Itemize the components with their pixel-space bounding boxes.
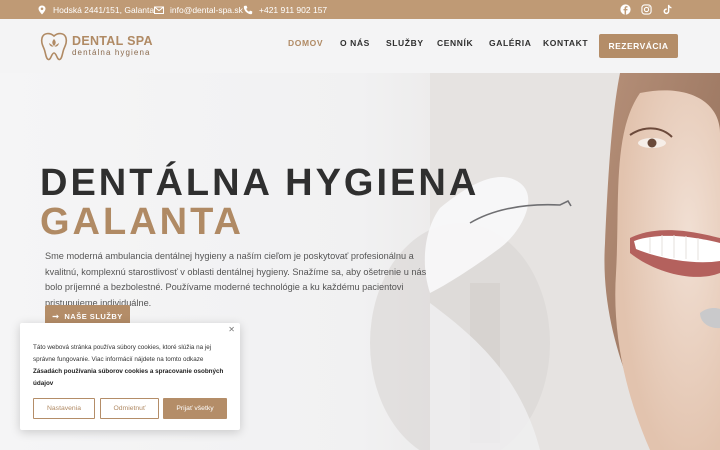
- hero-lead: Sme moderná ambulancia dentálnej hygieny…: [45, 251, 427, 308]
- brand-name: DENTAL SPA: [72, 33, 153, 48]
- site-header: DENTAL SPA dentálna hygiena DOMOV O NÁS …: [0, 19, 720, 73]
- phone-item[interactable]: +421 911 902 157: [243, 0, 327, 19]
- instagram-icon[interactable]: [640, 3, 653, 16]
- cookie-policy-link[interactable]: Zásadách používania súborov cookies a sp…: [33, 368, 223, 387]
- mail-icon: [154, 6, 164, 14]
- cookie-consent-dialog: ✕ Táto webová stránka používa súbory coo…: [20, 323, 240, 430]
- email-link[interactable]: info@dental-spa.sk: [170, 5, 243, 15]
- logo[interactable]: DENTAL SPA dentálna hygiena: [40, 31, 153, 61]
- nav-cennik[interactable]: CENNÍK: [437, 38, 473, 48]
- top-info-bar: Hodská 2441/151, Galanta info@dental-spa…: [0, 0, 720, 19]
- hero-title-line2: GALANTA: [40, 201, 244, 243]
- hero-title-line1: DENTÁLNA HYGIENA: [40, 162, 480, 204]
- close-icon[interactable]: ✕: [228, 325, 235, 334]
- nav-sluzby[interactable]: SLUŽBY: [386, 38, 424, 48]
- phone-icon: [243, 5, 253, 14]
- facebook-icon[interactable]: [619, 3, 632, 16]
- cookie-message-text: Táto webová stránka používa súbory cooki…: [33, 344, 212, 363]
- our-services-label: NAŠE SLUŽBY: [64, 311, 123, 321]
- location-pin-icon: [38, 5, 46, 14]
- address-item: Hodská 2441/151, Galanta: [37, 0, 154, 19]
- brand-tagline: dentálna hygiena: [72, 47, 151, 57]
- tooth-logo-icon: [40, 32, 68, 61]
- cookie-message: Táto webová stránka používa súbory cooki…: [33, 342, 229, 390]
- tiktok-icon[interactable]: [661, 3, 674, 16]
- nav-galeria[interactable]: GALÉRIA: [489, 38, 531, 48]
- nav-o-nas[interactable]: O NÁS: [340, 38, 370, 48]
- phone-link[interactable]: +421 911 902 157: [259, 5, 327, 15]
- reservation-button[interactable]: REZERVÁCIA: [599, 34, 678, 58]
- arrow-right-icon: ➞: [52, 311, 60, 321]
- cookie-settings-button[interactable]: Nastavenia: [33, 398, 95, 419]
- cookie-accept-button[interactable]: Prijať všetky: [163, 398, 227, 419]
- cookie-reject-button[interactable]: Odmietnuť: [100, 398, 159, 419]
- nav-kontakt[interactable]: KONTAKT: [543, 38, 588, 48]
- email-item[interactable]: info@dental-spa.sk: [154, 0, 243, 19]
- address-text: Hodská 2441/151, Galanta: [53, 4, 155, 15]
- social-links: [619, 3, 674, 16]
- nav-domov[interactable]: DOMOV: [288, 38, 323, 48]
